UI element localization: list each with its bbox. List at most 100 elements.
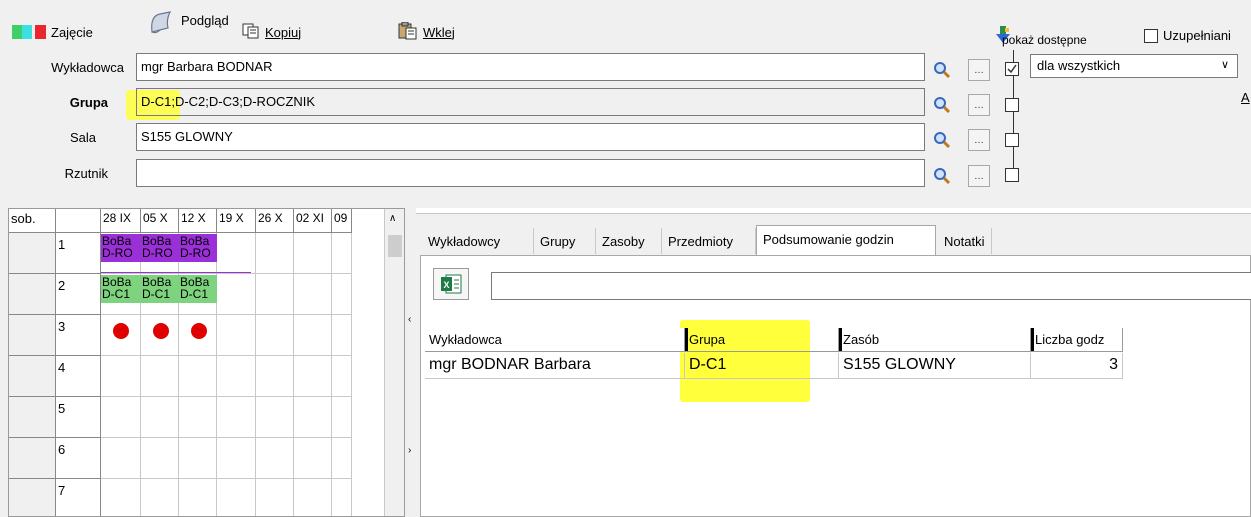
week-header[interactable]: 05 X xyxy=(141,209,179,233)
schedule-cell[interactable] xyxy=(179,479,217,516)
schedule-cell[interactable] xyxy=(294,274,332,315)
schedule-cell[interactable] xyxy=(101,397,141,438)
table-cell-grupa[interactable]: D-C1 xyxy=(685,353,839,379)
column-resize-handle[interactable] xyxy=(1031,328,1034,351)
schedule-cell[interactable] xyxy=(332,397,352,438)
grupa-field[interactable]: D-C1;D-C2;D-C3;D-ROCZNIK xyxy=(136,88,925,116)
tab-podsumowanie-godzin[interactable]: Podsumowanie godzin xyxy=(756,225,936,255)
wykladowca-available-checkbox[interactable] xyxy=(1005,62,1019,76)
grupa-more-button[interactable]: … xyxy=(968,94,990,116)
schedule-cell[interactable] xyxy=(101,479,141,516)
rzutnik-field[interactable] xyxy=(136,159,925,187)
schedule-cell[interactable] xyxy=(256,356,294,397)
tab-zasoby[interactable]: Zasoby xyxy=(596,228,662,254)
schedule-cell[interactable] xyxy=(217,397,256,438)
schedule-cell[interactable] xyxy=(217,356,256,397)
week-header[interactable]: 02 XI xyxy=(294,209,332,233)
wykladowca-search-icon[interactable] xyxy=(932,60,952,80)
table-cell-godz[interactable]: 3 xyxy=(1031,353,1123,379)
table-cell-wykladowca[interactable]: mgr BODNAR Barbara xyxy=(425,353,685,379)
wykladowca-field[interactable]: mgr Barbara BODNAR xyxy=(136,53,925,81)
schedule-cell[interactable] xyxy=(217,274,256,315)
schedule-cell[interactable] xyxy=(217,233,256,274)
schedule-cell[interactable] xyxy=(332,438,352,479)
grid-scrollbar[interactable]: ∧ xyxy=(384,209,404,516)
schedule-cell[interactable] xyxy=(101,356,141,397)
grupa-available-checkbox[interactable] xyxy=(1005,98,1019,112)
sala-field[interactable]: S155 GLOWNY xyxy=(136,123,925,151)
grupa-search-icon[interactable] xyxy=(932,95,952,115)
tab-grupy[interactable]: Grupy xyxy=(534,228,596,254)
tab-przedmioty[interactable]: Przedmioty xyxy=(662,228,756,254)
panel-splitter[interactable]: ‹ › xyxy=(406,208,416,517)
availability-select[interactable]: dla wszystkich ∨ xyxy=(1030,54,1238,78)
scroll-up-icon[interactable]: ∧ xyxy=(389,213,396,224)
schedule-cell[interactable] xyxy=(332,274,352,315)
sala-search-icon[interactable] xyxy=(932,130,952,150)
column-resize-handle[interactable] xyxy=(685,328,688,351)
schedule-cell[interactable] xyxy=(179,356,217,397)
kopiuj-button[interactable]: Kopiuj xyxy=(242,22,301,42)
week-header[interactable]: 28 IX xyxy=(101,209,141,233)
column-header[interactable]: Wykładowca xyxy=(425,328,685,352)
schedule-cell[interactable] xyxy=(217,315,256,356)
schedule-cell[interactable] xyxy=(256,233,294,274)
tab-notatki[interactable]: Notatki xyxy=(938,228,992,254)
schedule-cell[interactable] xyxy=(141,479,179,516)
schedule-cell[interactable] xyxy=(256,315,294,356)
rzutnik-available-checkbox[interactable] xyxy=(1005,168,1019,182)
schedule-cell[interactable] xyxy=(294,233,332,274)
schedule-cell[interactable] xyxy=(256,479,294,516)
filter-input[interactable] xyxy=(491,272,1251,300)
week-header[interactable]: 19 X xyxy=(217,209,256,233)
rzutnik-more-button[interactable]: … xyxy=(968,165,990,187)
schedule-cell[interactable] xyxy=(332,356,352,397)
schedule-cell[interactable] xyxy=(256,274,294,315)
schedule-cell[interactable] xyxy=(294,479,332,516)
schedule-event[interactable]: BoBa D-RO xyxy=(101,234,141,262)
wklej-button[interactable]: Wklej xyxy=(398,21,455,42)
wykladowca-more-button[interactable]: … xyxy=(968,59,990,81)
schedule-cell[interactable] xyxy=(141,397,179,438)
rzutnik-search-icon[interactable] xyxy=(932,166,952,186)
schedule-cell[interactable] xyxy=(141,356,179,397)
schedule-cell[interactable] xyxy=(294,438,332,479)
schedule-cell[interactable] xyxy=(101,438,141,479)
schedule-cell[interactable] xyxy=(294,356,332,397)
schedule-cell[interactable] xyxy=(294,397,332,438)
column-resize-handle[interactable] xyxy=(839,328,842,351)
column-header[interactable]: Grupa xyxy=(685,328,839,352)
schedule-cell[interactable] xyxy=(141,438,179,479)
schedule-cell[interactable] xyxy=(332,233,352,274)
week-header[interactable]: 12 X xyxy=(179,209,217,233)
schedule-event[interactable]: BoBa D-C1 xyxy=(179,275,217,303)
scroll-thumb[interactable] xyxy=(388,235,402,257)
zajecie-button[interactable]: Zajęcie xyxy=(12,22,93,42)
column-header[interactable]: Liczba godz xyxy=(1031,328,1123,352)
schedule-cell[interactable] xyxy=(332,479,352,516)
schedule-event[interactable]: BoBa D-C1 xyxy=(141,275,179,303)
week-header[interactable]: 26 X xyxy=(256,209,294,233)
schedule-cell[interactable] xyxy=(179,438,217,479)
week-header[interactable]: 09 xyxy=(332,209,352,233)
schedule-event[interactable]: BoBa D-RO xyxy=(179,234,217,262)
sala-available-checkbox[interactable] xyxy=(1005,133,1019,147)
conflict-dot[interactable] xyxy=(113,323,129,339)
schedule-event[interactable]: BoBa D-RO xyxy=(141,234,179,262)
uzupelnianie-checkbox[interactable] xyxy=(1144,29,1158,43)
conflict-dot[interactable] xyxy=(153,323,169,339)
schedule-cell[interactable] xyxy=(332,315,352,356)
schedule-cell[interactable] xyxy=(217,479,256,516)
schedule-cell[interactable] xyxy=(294,315,332,356)
excel-export-button[interactable]: X xyxy=(433,268,469,300)
schedule-event[interactable]: BoBa D-C1 xyxy=(101,275,141,303)
schedule-cell[interactable] xyxy=(217,438,256,479)
edge-link[interactable]: A xyxy=(1241,90,1250,105)
schedule-cell[interactable] xyxy=(256,397,294,438)
conflict-dot[interactable] xyxy=(191,323,207,339)
podglad-button[interactable]: Podgląd xyxy=(146,10,229,34)
schedule-cell[interactable] xyxy=(256,438,294,479)
schedule-cell[interactable] xyxy=(179,397,217,438)
tab-wykładowcy[interactable]: Wykładowcy xyxy=(422,228,534,254)
column-header[interactable]: Zasób xyxy=(839,328,1031,352)
